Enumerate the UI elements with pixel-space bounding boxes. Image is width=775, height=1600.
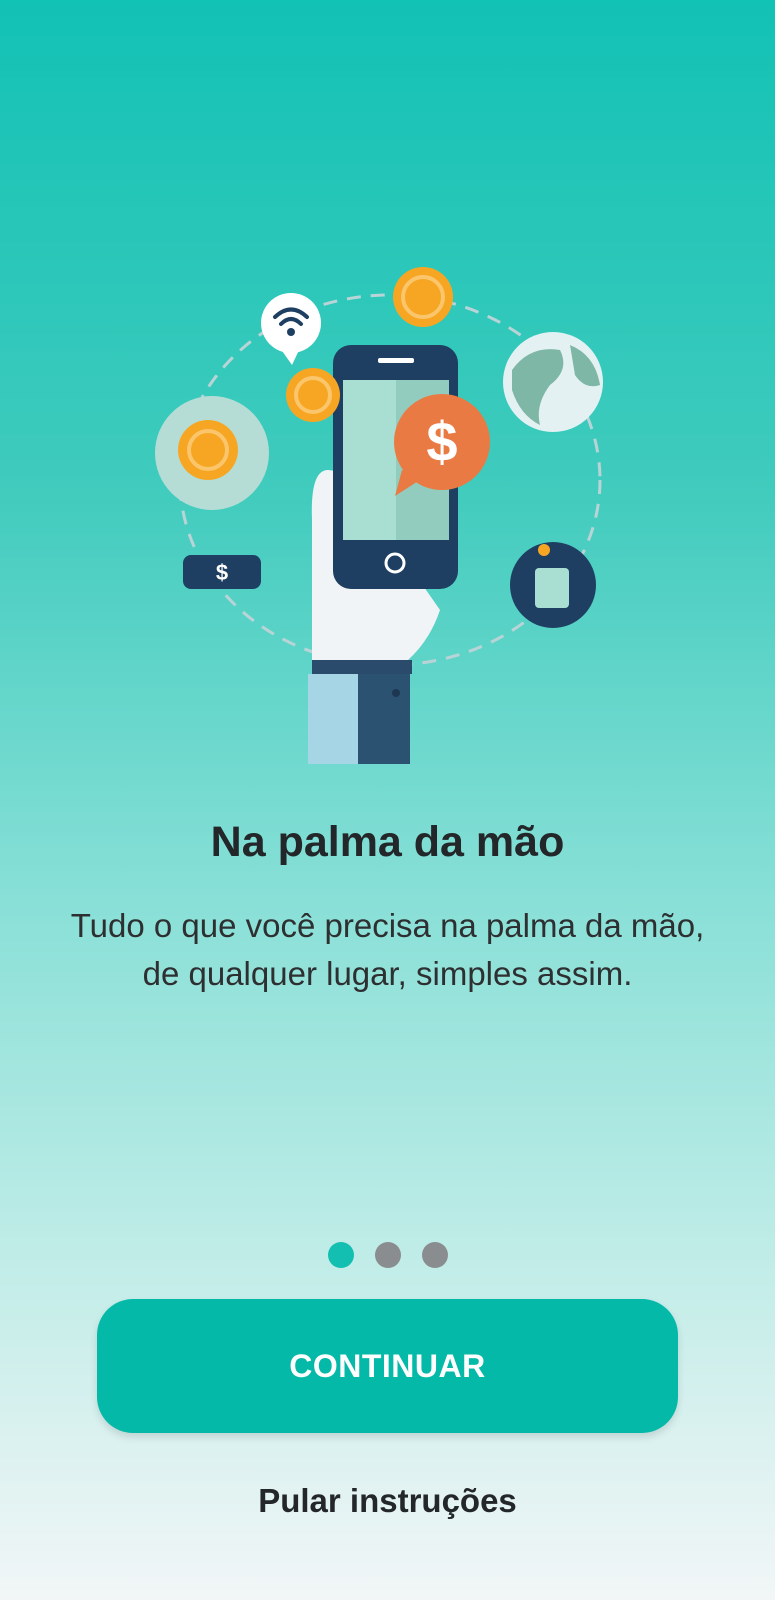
money-bag-icon: [510, 542, 596, 628]
onboarding-screen: $ $ Na palma da mão Tudo o que você prec…: [0, 0, 775, 1600]
dollar-coin-badge: [155, 396, 269, 510]
page-indicator-dot-1[interactable]: [327, 1242, 354, 1268]
dollar-chat-bubble-icon: $: [394, 394, 490, 496]
cash-bill-icon: $: [183, 555, 261, 589]
wifi-icon: [261, 293, 321, 365]
svg-text:$: $: [426, 410, 457, 473]
page-indicator: [0, 1242, 775, 1268]
hand-phone-money-illustration: $ $: [155, 267, 603, 764]
page-indicator-dot-3[interactable]: [421, 1242, 448, 1268]
onboarding-title: Na palma da mão: [210, 818, 565, 866]
continue-button[interactable]: CONTINUAR: [97, 1299, 678, 1433]
svg-text:$: $: [216, 560, 228, 585]
skip-instructions-link[interactable]: Pular instruções: [0, 1482, 775, 1520]
page-indicator-dot-2[interactable]: [374, 1242, 401, 1268]
onboarding-description: Tudo o que você precisa na palma da mão,…: [70, 907, 705, 992]
globe-icon: [503, 332, 603, 432]
